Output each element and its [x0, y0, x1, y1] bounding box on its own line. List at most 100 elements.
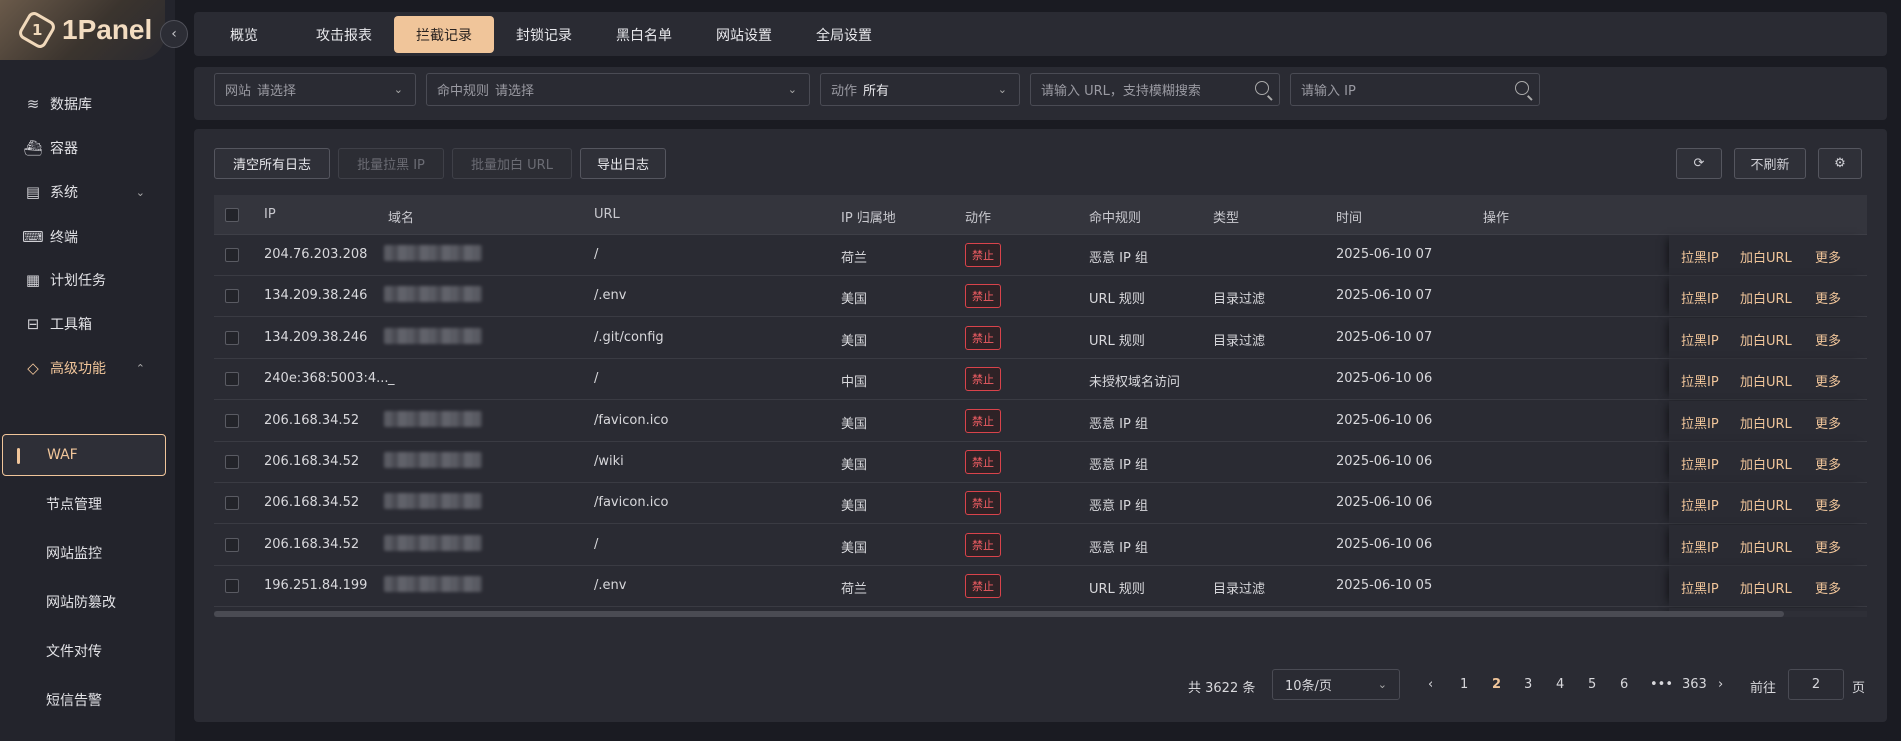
tab-overview[interactable]: 概览 — [194, 16, 294, 53]
more-link[interactable]: 更多 — [1815, 495, 1841, 514]
page-number[interactable]: 6 — [1620, 677, 1628, 692]
tab-global-settings[interactable]: 全局设置 — [794, 16, 894, 53]
row-checkbox[interactable] — [225, 248, 239, 262]
calendar-icon: ▦ — [25, 271, 41, 289]
more-link[interactable]: 更多 — [1815, 578, 1841, 597]
horizontal-scrollbar[interactable] — [214, 611, 1867, 617]
cell-url: / — [594, 371, 599, 387]
next-page-icon[interactable]: › — [1718, 677, 1723, 692]
auto-refresh-select[interactable]: 不刷新 — [1734, 148, 1806, 179]
cell-url: /favicon.ico — [594, 412, 669, 428]
sidebar-subitem-4[interactable]: 文件对传 — [0, 629, 175, 673]
more-link[interactable]: 更多 — [1815, 330, 1841, 349]
tab-block-log[interactable]: 封锁记录 — [494, 16, 594, 53]
block-ip-link[interactable]: 拉黑IP — [1681, 454, 1719, 473]
row-checkbox[interactable] — [225, 537, 239, 552]
sidebar-item-docker[interactable]: ⛴ 容器 — [0, 126, 175, 170]
rule-select[interactable]: 命中规则 请选择 ⌄ — [426, 73, 810, 106]
page-number[interactable]: 3 — [1524, 677, 1532, 692]
sidebar-subitem-2[interactable]: 网站监控 — [0, 531, 175, 575]
table-row: 206.168.34.52/favicon.ico 美国 禁止 恶意 IP 组 2025… — [214, 483, 1867, 525]
row-checkbox[interactable] — [225, 496, 239, 511]
page-size-select[interactable]: 10条/页 ⌄ — [1272, 669, 1400, 700]
block-ip-link[interactable]: 拉黑IP — [1681, 247, 1719, 266]
row-checkbox[interactable] — [225, 579, 239, 594]
tab-attack-report[interactable]: 攻击报表 — [294, 16, 394, 53]
allow-url-link[interactable]: 加白URL — [1740, 454, 1792, 473]
sidebar-item-diamond[interactable]: ◇ 高级功能 ⌃ — [0, 346, 175, 390]
page-number[interactable]: 5 — [1588, 677, 1596, 692]
prev-page-icon[interactable]: ‹ — [1428, 677, 1433, 692]
refresh-button[interactable]: ⟳ — [1676, 148, 1722, 179]
allow-url-link[interactable]: 加白URL — [1740, 578, 1792, 597]
tab-intercept-log[interactable]: 拦截记录 — [394, 16, 494, 53]
page-number[interactable]: 1 — [1460, 677, 1468, 692]
sidebar-subitem-5[interactable]: 短信告警 — [0, 678, 175, 722]
sidebar-item-database[interactable]: ≋ 数据库 — [0, 82, 175, 126]
column-settings-button[interactable]: ⚙ — [1818, 148, 1862, 179]
redacted-domain — [384, 452, 482, 468]
cell-rule: 恶意 IP 组 — [1089, 540, 1148, 556]
pagination-ellipsis[interactable]: ••• — [1650, 677, 1673, 692]
block-ip-link[interactable]: 拉黑IP — [1681, 495, 1719, 514]
url-search-input[interactable]: 请输入 URL，支持模糊搜索 — [1030, 73, 1280, 106]
batch-block-ip-button[interactable]: 批量拉黑 IP — [338, 148, 444, 179]
scrollbar-thumb[interactable] — [214, 611, 1784, 617]
allow-url-link[interactable]: 加白URL — [1740, 495, 1792, 514]
search-icon[interactable] — [1515, 81, 1529, 95]
block-ip-link[interactable]: 拉黑IP — [1681, 537, 1719, 556]
export-logs-button[interactable]: 导出日志 — [580, 148, 666, 179]
batch-allow-url-button[interactable]: 批量加白 URL — [452, 148, 572, 179]
more-link[interactable]: 更多 — [1815, 454, 1841, 473]
diamond-icon: ◇ — [27, 359, 39, 377]
redacted-domain — [384, 410, 482, 427]
block-ip-link[interactable]: 拉黑IP — [1681, 288, 1719, 307]
row-checkbox[interactable] — [225, 330, 239, 345]
clear-all-logs-button[interactable]: 清空所有日志 — [214, 148, 330, 179]
collapse-sidebar-button[interactable]: ‹ — [160, 20, 188, 48]
page-number[interactable]: 2 — [1492, 677, 1501, 692]
cell-ip: 206.168.34.52 — [264, 454, 360, 469]
allow-url-link[interactable]: 加白URL — [1740, 537, 1792, 556]
block-ip-link[interactable]: 拉黑IP — [1681, 578, 1719, 597]
allow-url-link[interactable]: 加白URL — [1740, 288, 1792, 307]
block-ip-link[interactable]: 拉黑IP — [1681, 371, 1719, 390]
search-icon[interactable] — [1255, 81, 1269, 95]
table-row: 134.209.38.246 /.env 美国 禁止 URL 规则 目录过滤 2025-06… — [214, 276, 1867, 318]
more-link[interactable]: 更多 — [1815, 247, 1841, 266]
more-link[interactable]: 更多 — [1815, 413, 1841, 432]
allow-url-link[interactable]: 加白URL — [1740, 413, 1792, 432]
page-number[interactable]: 4 — [1556, 677, 1564, 692]
action-select[interactable]: 动作 所有 ⌄ — [820, 73, 1020, 106]
sidebar-item-terminal[interactable]: ⌨ 终端 — [0, 215, 175, 259]
goto-page-input[interactable]: 2 — [1788, 669, 1844, 700]
page-number[interactable]: 363 — [1682, 677, 1707, 692]
ip-search-input[interactable]: 请输入 IP — [1290, 73, 1540, 106]
allow-url-link[interactable]: 加白URL — [1740, 330, 1792, 349]
tab-site-settings[interactable]: 网站设置 — [694, 16, 794, 53]
more-link[interactable]: 更多 — [1815, 537, 1841, 556]
row-checkbox[interactable] — [225, 289, 239, 304]
sidebar-item-toolbox[interactable]: ⊟ 工具箱 — [0, 302, 175, 346]
select-all-checkbox[interactable] — [225, 208, 239, 222]
row-checkbox[interactable] — [225, 372, 239, 387]
row-checkbox[interactable] — [225, 455, 239, 469]
sidebar-subitem-3[interactable]: 网站防篡改 — [0, 580, 175, 624]
sidebar-item-calendar[interactable]: ▦ 计划任务 — [0, 258, 175, 302]
tab-black-white-list[interactable]: 黑白名单 — [594, 16, 694, 53]
allow-url-link[interactable]: 加白URL — [1740, 371, 1792, 390]
sidebar-item-label: 容器 — [50, 141, 78, 157]
sidebar-subitem-1[interactable]: 节点管理 — [0, 482, 175, 526]
more-link[interactable]: 更多 — [1815, 288, 1841, 307]
sidebar-subitem-0[interactable]: WAF — [2, 434, 166, 476]
block-ip-link[interactable]: 拉黑IP — [1681, 330, 1719, 349]
redacted-domain — [384, 327, 482, 344]
block-ip-link[interactable]: 拉黑IP — [1681, 413, 1719, 432]
allow-url-link[interactable]: 加白URL — [1740, 247, 1792, 266]
sidebar-item-system[interactable]: ▤ 系统 ⌄ — [0, 170, 175, 214]
more-link[interactable]: 更多 — [1815, 371, 1841, 390]
action-badge: 禁止 — [965, 243, 1001, 267]
cell-rule: URL 规则 — [1089, 292, 1145, 308]
site-select[interactable]: 网站 请选择 ⌄ — [214, 73, 416, 106]
row-checkbox[interactable] — [225, 413, 239, 428]
